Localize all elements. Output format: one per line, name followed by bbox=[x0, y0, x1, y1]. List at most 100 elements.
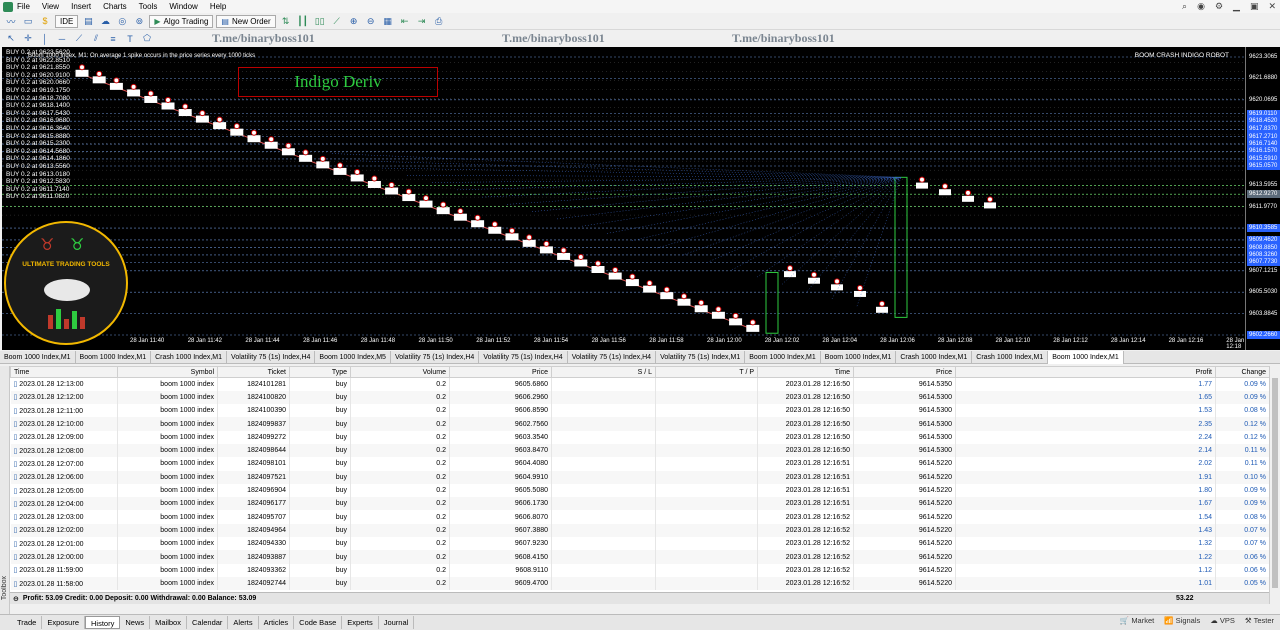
cursor-icon[interactable]: ↖ bbox=[4, 32, 18, 45]
chart-tab[interactable]: Volatility 75 (1s) Index,H4 bbox=[227, 351, 316, 364]
text-icon[interactable]: T bbox=[123, 32, 137, 45]
chart-tab[interactable]: Boom 1000 Index,M5 bbox=[315, 351, 391, 364]
account-icon[interactable]: ◉ bbox=[1197, 1, 1205, 12]
trendline-icon[interactable]: ⟋ bbox=[72, 32, 86, 45]
market-link[interactable]: 🛒 Market bbox=[1120, 616, 1154, 625]
menu-help[interactable]: Help bbox=[210, 2, 226, 11]
shapes-icon[interactable]: ⬠ bbox=[140, 32, 154, 45]
market-icon[interactable]: $ bbox=[38, 15, 52, 28]
column-header[interactable]: Type bbox=[289, 366, 351, 378]
chart-tab[interactable]: Boom 1000 Index,M1 bbox=[745, 351, 821, 364]
terminal-tab[interactable]: Calendar bbox=[187, 616, 229, 629]
table-row[interactable]: ▯ 2023.01.28 12:02:00 boom 1000 index 1824… bbox=[10, 523, 1270, 538]
horizontal-line-icon[interactable]: ─ bbox=[55, 32, 69, 45]
chart-tab[interactable]: Boom 1000 Index,M1 bbox=[1048, 351, 1124, 364]
table-row[interactable]: ▯ 2023.01.28 12:06:00 boom 1000 index 1824… bbox=[10, 470, 1270, 484]
chart-tab[interactable]: Crash 1000 Index,M1 bbox=[896, 351, 973, 364]
terminal-tab[interactable]: Alerts bbox=[228, 616, 259, 629]
table-row[interactable]: ▯ 2023.01.28 12:09:00 boom 1000 index 1824… bbox=[10, 430, 1270, 444]
chart-type-icon[interactable]: 〰 bbox=[4, 15, 18, 28]
grid-icon[interactable]: ▦ bbox=[381, 15, 395, 28]
chart-tab[interactable]: Boom 1000 Index,M1 bbox=[821, 351, 897, 364]
column-header[interactable]: T / P bbox=[655, 366, 758, 378]
terminal-tab[interactable]: Articles bbox=[259, 616, 295, 629]
cloud-icon[interactable]: ☁ bbox=[98, 15, 112, 28]
terminal-tab[interactable]: Mailbox bbox=[150, 616, 187, 629]
column-header[interactable]: S / L bbox=[551, 366, 656, 378]
new-order-button[interactable]: ▤ New Order bbox=[216, 14, 276, 28]
signal-icon[interactable]: ◎ bbox=[115, 15, 129, 28]
column-header[interactable]: Ticket bbox=[217, 366, 290, 378]
menu-view[interactable]: View bbox=[42, 2, 59, 11]
fibonacci-icon[interactable]: ≡ bbox=[106, 32, 120, 45]
terminal-tab[interactable]: News bbox=[120, 616, 151, 629]
column-header[interactable]: Symbol bbox=[117, 366, 218, 378]
search-icon[interactable]: ⌕ bbox=[1182, 1, 1187, 12]
price-axis[interactable]: 9623.3065 9621.6880 9620.0695 9619.0110 9618… bbox=[1245, 47, 1280, 350]
column-header[interactable]: Time bbox=[757, 366, 854, 378]
column-header[interactable]: Volume bbox=[350, 366, 450, 378]
chart-tab[interactable]: Volatility 75 (1s) Index,H4 bbox=[568, 351, 657, 364]
column-header[interactable]: Price bbox=[853, 366, 956, 378]
menu-window[interactable]: Window bbox=[169, 2, 197, 11]
zoom-in-icon[interactable]: ⊕ bbox=[347, 15, 361, 28]
settings-icon[interactable]: ⚙ bbox=[1215, 1, 1223, 12]
table-row[interactable]: ▯ 2023.01.28 12:11:00 boom 1000 index 1824… bbox=[10, 404, 1270, 418]
table-row[interactable]: ▯ 2023.01.28 12:12:00 boom 1000 index 1824… bbox=[10, 390, 1270, 405]
table-row[interactable]: ▯ 2023.01.28 12:10:00 boom 1000 index 1824… bbox=[10, 417, 1270, 431]
close-icon[interactable]: ✕ bbox=[1268, 1, 1276, 12]
table-row[interactable]: ▯ 2023.01.28 12:07:00 boom 1000 index 1824… bbox=[10, 457, 1270, 471]
menu-charts[interactable]: Charts bbox=[103, 2, 127, 11]
menu-file[interactable]: File bbox=[17, 2, 30, 11]
table-row[interactable]: ▯ 2023.01.28 12:08:00 boom 1000 index 1824… bbox=[10, 443, 1270, 458]
price-chart[interactable]: Boom 1000 Index, M1: On average 1 spike … bbox=[2, 47, 1245, 350]
chart-tab[interactable]: Crash 1000 Index,M1 bbox=[972, 351, 1049, 364]
chart-tab[interactable]: Volatility 75 (1s) Index,H4 bbox=[479, 351, 568, 364]
table-row[interactable]: ▯ 2023.01.28 11:58:00 boom 1000 index 1824… bbox=[10, 576, 1270, 591]
tester-link[interactable]: ⚒ Tester bbox=[1245, 616, 1274, 625]
chart-tab[interactable]: Volatility 75 (1s) Index,H4 bbox=[391, 351, 480, 364]
table-row[interactable]: ▯ 2023.01.28 12:04:00 boom 1000 index 1824… bbox=[10, 497, 1270, 511]
terminal-tab[interactable]: Experts bbox=[342, 616, 379, 629]
chart-tab[interactable]: Volatility 75 (1s) Index,M1 bbox=[656, 351, 746, 364]
restore-icon[interactable]: ▣ bbox=[1250, 1, 1259, 12]
terminal-tab[interactable]: Journal bbox=[379, 616, 415, 629]
vps-link[interactable]: ☁ VPS bbox=[1210, 616, 1235, 625]
ide-button[interactable]: IDE bbox=[55, 14, 79, 28]
algo-trading-button[interactable]: ▶ Algo Trading bbox=[149, 14, 214, 28]
screenshot-icon[interactable]: ⎙ bbox=[432, 15, 446, 28]
chart-tab[interactable]: Boom 1000 Index,M1 bbox=[76, 351, 152, 364]
minimize-icon[interactable]: ▁ bbox=[1233, 1, 1240, 12]
vertical-line-icon[interactable]: │ bbox=[38, 32, 52, 45]
table-row[interactable]: ▯ 2023.01.28 12:13:00 boom 1000 index 1824… bbox=[10, 377, 1270, 391]
terminal-tab[interactable]: History bbox=[85, 616, 121, 629]
signals-link[interactable]: 📶 Signals bbox=[1164, 616, 1200, 625]
terminal-tab[interactable]: Trade bbox=[12, 616, 43, 629]
bar-chart-icon[interactable]: ┃┃ bbox=[296, 15, 310, 28]
line-chart-icon[interactable]: ⟋ bbox=[330, 15, 344, 28]
crosshair-icon[interactable]: ✛ bbox=[21, 32, 35, 45]
channel-icon[interactable]: ⫽ bbox=[89, 32, 103, 45]
toolbox-sidebar[interactable]: Toolbox bbox=[0, 366, 10, 614]
terminal-tab[interactable]: Exposure bbox=[42, 616, 86, 629]
hub-icon[interactable]: ⊚ bbox=[132, 15, 146, 28]
terminal-icon[interactable]: ▤ bbox=[81, 15, 95, 28]
column-header[interactable]: Price bbox=[449, 366, 552, 378]
table-row[interactable]: ▯ 2023.01.28 11:59:00 boom 1000 index 1824… bbox=[10, 563, 1270, 577]
zoom-out-icon[interactable]: ⊖ bbox=[364, 15, 378, 28]
chart-tab[interactable]: Crash 1000 Index,M1 bbox=[151, 351, 228, 364]
chart-tab[interactable]: Boom 1000 Index,M1 bbox=[0, 351, 76, 364]
table-row[interactable]: ▯ 2023.01.28 12:01:00 boom 1000 index 1824… bbox=[10, 537, 1270, 551]
scroll-thumb[interactable] bbox=[1272, 378, 1278, 588]
column-header[interactable]: Change bbox=[1215, 366, 1270, 378]
column-header[interactable]: Profit bbox=[955, 366, 1216, 378]
profiles-icon[interactable]: ▭ bbox=[21, 15, 35, 28]
candle-icon[interactable]: ▯▯ bbox=[313, 15, 327, 28]
table-row[interactable]: ▯ 2023.01.28 12:00:00 boom 1000 index 1824… bbox=[10, 550, 1270, 564]
table-row[interactable]: ▯ 2023.01.28 12:03:00 boom 1000 index 1824… bbox=[10, 510, 1270, 524]
shift-icon[interactable]: ⇥ bbox=[415, 15, 429, 28]
column-header[interactable]: Time bbox=[10, 366, 118, 378]
depth-icon[interactable]: ⇅ bbox=[279, 15, 293, 28]
autoscroll-icon[interactable]: ⇤ bbox=[398, 15, 412, 28]
menu-tools[interactable]: Tools bbox=[139, 2, 158, 11]
